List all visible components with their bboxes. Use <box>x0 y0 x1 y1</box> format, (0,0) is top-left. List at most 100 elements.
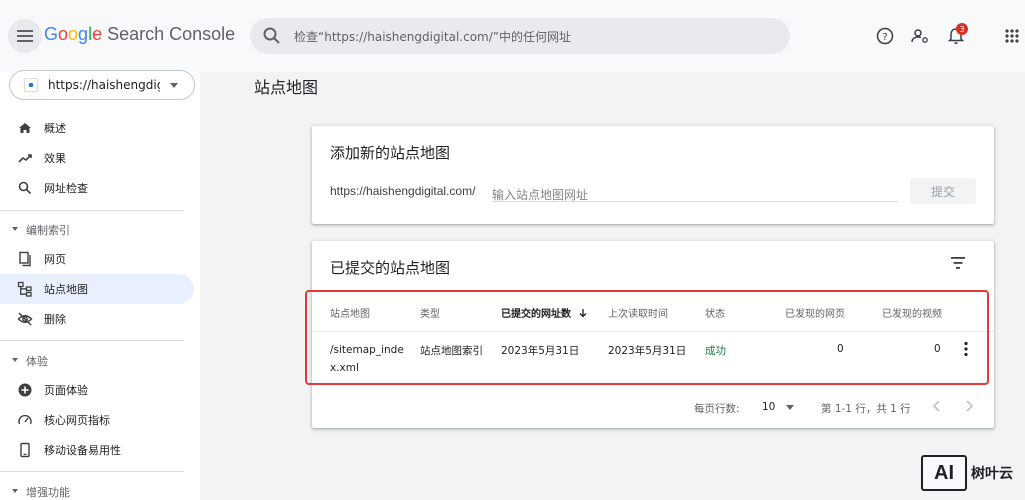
logo-letter: g <box>78 24 89 44</box>
sidebar-item-label: 删除 <box>44 313 66 326</box>
sidebar-divider <box>0 210 184 211</box>
add-sitemap-card: 添加新的站点地图 https://haishengdigital.com/ 输入… <box>312 126 994 224</box>
arrow-down-icon <box>580 309 587 318</box>
section-experience[interactable]: 体验 <box>0 346 194 374</box>
watermark-logo: AI <box>921 455 967 491</box>
site-url-prefix: https://haishengdigital.com/ <box>330 184 476 198</box>
sidebar-item-label: 概述 <box>44 122 66 135</box>
cell-text: /sitemap_inde <box>330 344 404 356</box>
dropdown-caret-icon <box>170 82 178 88</box>
watermark: AI 树叶云 <box>921 453 1025 493</box>
section-indexing[interactable]: 编制索引 <box>0 215 194 243</box>
speed-icon <box>18 414 32 425</box>
trending-up-icon <box>18 154 32 163</box>
cell-status: 成功 <box>705 345 726 357</box>
collapse-triangle-icon <box>12 358 18 362</box>
column-header-last-read[interactable]: 上次读取时间 <box>608 305 668 320</box>
table-divider <box>312 331 994 332</box>
logo-letter: o <box>58 24 69 44</box>
chevron-left-icon[interactable] <box>931 399 943 413</box>
search-placeholder: 检查“https://haishengdigital.com/”中的任何网址 <box>294 29 571 44</box>
column-header-label: 已提交的网址数 <box>501 309 571 320</box>
settings-button[interactable] <box>909 25 931 47</box>
logo-letter: G <box>44 24 59 44</box>
pages-icon <box>19 251 31 267</box>
sidebar-divider <box>0 340 184 341</box>
collapse-triangle-icon <box>12 227 18 231</box>
url-inspection-search[interactable]: 检查“https://haishengdigital.com/”中的任何网址 <box>250 18 790 54</box>
column-header-videos-discovered[interactable]: 已发现的视频 <box>882 305 942 320</box>
rows-per-page-select[interactable]: 10 <box>762 401 775 413</box>
visibility-off-icon <box>17 312 33 326</box>
menu-button[interactable] <box>8 19 42 53</box>
cell-sitemap[interactable]: /sitemap_inde x.xml <box>330 341 404 377</box>
rows-per-page-label: 每页行数: <box>694 403 740 415</box>
help-icon: ? <box>876 27 894 45</box>
svg-text:?: ? <box>882 32 887 43</box>
search-icon <box>18 181 32 195</box>
dropdown-caret-icon[interactable] <box>786 405 794 410</box>
pagination-range: 第 1-1 行，共 1 行 <box>821 403 911 415</box>
site-favicon-icon <box>24 78 38 92</box>
section-label: 编制索引 <box>26 224 70 237</box>
sidebar-item-label: 网页 <box>44 253 66 266</box>
search-console-logo[interactable]: Google Search Console <box>44 24 235 45</box>
add-circle-icon <box>18 383 32 397</box>
top-bar: Google Search Console 检查“https://haishen… <box>0 0 1025 72</box>
sidebar-item-mobile-usability[interactable]: 移动设备易用性 <box>0 435 194 465</box>
section-label: 体验 <box>26 355 48 368</box>
notification-badge: 3 <box>956 23 968 35</box>
search-icon <box>263 27 280 44</box>
sidebar-item-pages[interactable]: 网页 <box>0 244 194 274</box>
sidebar-divider <box>0 471 184 472</box>
submitted-sitemaps-card: 已提交的站点地图 站点地图 类型 已提交的网址数 上次读取时间 状态 已发现的网… <box>305 241 994 428</box>
collapse-triangle-icon <box>12 489 18 493</box>
manage-accounts-icon <box>911 29 928 43</box>
cell-last-read: 2023年5月31日 <box>608 345 687 357</box>
page-title: 站点地图 <box>254 78 319 97</box>
logo-letter: o <box>68 24 79 44</box>
sidebar-item-label: 站点地图 <box>44 283 88 296</box>
section-enhancements[interactable]: 增强功能 <box>0 477 194 500</box>
property-selector[interactable]: https://haishengdigital.com/ <box>9 70 195 100</box>
chevron-right-icon[interactable] <box>963 399 975 413</box>
apps-grid-icon <box>1005 29 1019 43</box>
sidebar-item-performance[interactable]: 效果 <box>0 143 194 173</box>
cell-videos: 0 <box>934 343 941 355</box>
sidebar-item-core-web-vitals[interactable]: 核心网页指标 <box>0 405 194 435</box>
column-header-submitted[interactable]: 已提交的网址数 <box>501 305 588 320</box>
sitemap-icon <box>17 281 32 297</box>
help-button[interactable]: ? <box>874 25 896 47</box>
sidebar-item-overview[interactable]: 概述 <box>0 113 194 143</box>
sidebar-item-url-inspection[interactable]: 网址检查 <box>0 173 194 203</box>
watermark-text: 树叶云 <box>971 466 1013 482</box>
sidebar-item-sitemaps[interactable]: 站点地图 <box>0 274 194 304</box>
card-title: 已提交的站点地图 <box>330 259 451 277</box>
cell-text: x.xml <box>330 362 359 374</box>
sidebar-item-label: 页面体验 <box>44 384 88 397</box>
column-header-status[interactable]: 状态 <box>705 305 725 320</box>
column-header-pages-discovered[interactable]: 已发现的网页 <box>785 305 845 320</box>
menu-icon <box>17 30 33 42</box>
column-header-sitemap[interactable]: 站点地图 <box>330 305 370 320</box>
cell-pages: 0 <box>837 343 844 355</box>
home-icon <box>19 123 31 133</box>
sitemap-url-input[interactable]: 输入站点地图网址 <box>492 180 898 202</box>
sidebar-item-removals[interactable]: 删除 <box>0 304 194 334</box>
card-title: 添加新的站点地图 <box>330 144 451 162</box>
property-url: https://haishengdigital.com/ <box>48 78 160 92</box>
sidebar-item-label: 网址检查 <box>44 182 88 195</box>
sidebar-item-label: 移动设备易用性 <box>44 444 121 457</box>
section-label: 增强功能 <box>26 486 70 499</box>
sidebar-item-label: 核心网页指标 <box>44 414 110 427</box>
sidebar-item-label: 效果 <box>44 152 66 165</box>
logo-product-name: Search Console <box>102 24 236 44</box>
logo-letter: e <box>92 24 103 44</box>
apps-button[interactable] <box>1001 25 1023 47</box>
cell-submitted: 2023年5月31日 <box>501 345 580 357</box>
submit-button[interactable]: 提交 <box>910 178 976 204</box>
column-header-type[interactable]: 类型 <box>420 305 440 320</box>
more-vert-icon[interactable] <box>962 341 970 357</box>
filter-icon[interactable] <box>948 255 968 271</box>
sidebar-item-page-experience[interactable]: 页面体验 <box>0 375 194 405</box>
